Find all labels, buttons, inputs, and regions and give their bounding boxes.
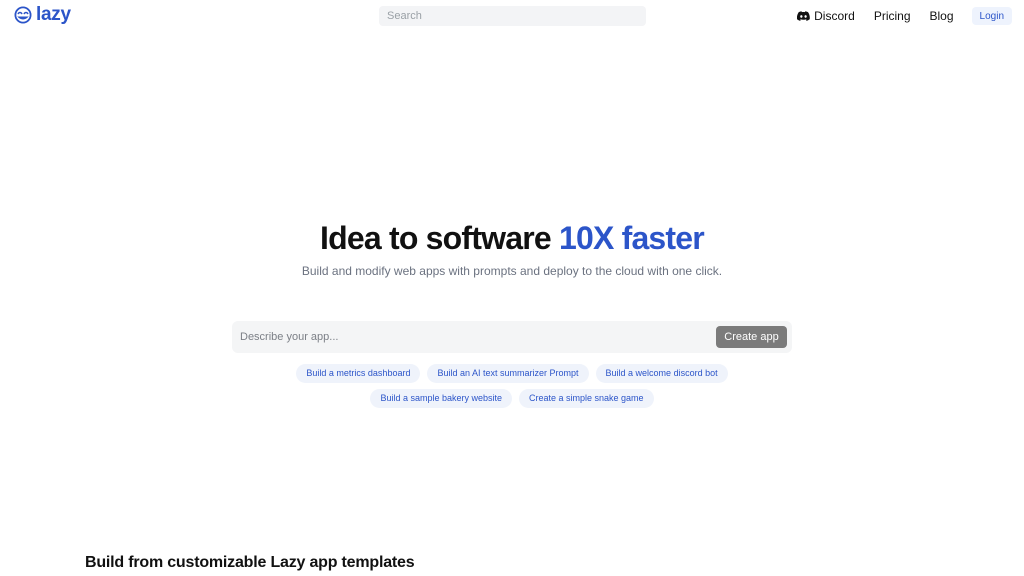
create-app-button[interactable]: Create app <box>716 326 787 348</box>
login-button[interactable]: Login <box>971 7 1012 25</box>
suggestion-row-1: Build a metrics dashboard Build an AI te… <box>0 364 1024 383</box>
page: lazy Discord Pricing Blog Login Idea to … <box>0 0 1024 576</box>
discord-icon <box>797 11 810 21</box>
suggestion-chip-ai-text-summarizer[interactable]: Build an AI text summarizer Prompt <box>427 364 589 383</box>
top-header: lazy Discord Pricing Blog Login <box>0 0 1024 32</box>
nav-blog-link[interactable]: Blog <box>930 9 954 23</box>
app-prompt-box: Create app <box>232 321 792 353</box>
hero-title: Idea to software 10X faster <box>0 218 1024 258</box>
nav-discord-label: Discord <box>814 9 855 23</box>
hero-title-main: Idea to software <box>320 220 559 256</box>
logo-text: lazy <box>36 4 71 25</box>
nav-discord-link[interactable]: Discord <box>797 9 855 23</box>
search-input[interactable] <box>379 6 646 26</box>
suggestion-chip-metrics-dashboard[interactable]: Build a metrics dashboard <box>296 364 421 383</box>
top-nav: Discord Pricing Blog Login <box>797 6 1012 26</box>
nav-pricing-link[interactable]: Pricing <box>874 9 911 23</box>
lazy-face-icon <box>14 6 32 24</box>
suggestion-chip-snake-game[interactable]: Create a simple snake game <box>519 389 654 408</box>
suggestion-chip-welcome-discord-bot[interactable]: Build a welcome discord bot <box>595 364 728 383</box>
logo-link[interactable]: lazy <box>14 4 71 25</box>
templates-section-title: Build from customizable Lazy app templat… <box>85 554 415 571</box>
suggestion-chip-bakery-website[interactable]: Build a sample bakery website <box>370 389 512 408</box>
app-description-input[interactable] <box>232 321 712 353</box>
suggestion-row-2: Build a sample bakery website Create a s… <box>0 389 1024 408</box>
hero-subtitle: Build and modify web apps with prompts a… <box>301 264 723 278</box>
hero-title-accent: 10X faster <box>558 220 705 256</box>
